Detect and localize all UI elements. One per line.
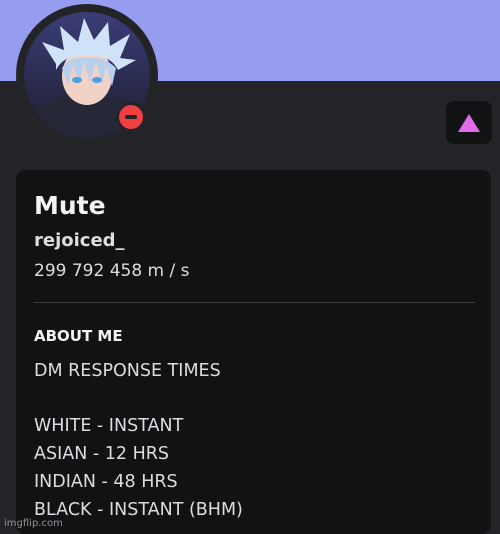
watermark: imgflip.com — [4, 518, 63, 529]
about-line: ASIAN - 12 HRS — [34, 444, 170, 464]
about-line: WHITE - INSTANT — [34, 416, 184, 436]
nitro-triangle-icon — [458, 113, 480, 132]
about-line: INDIAN - 48 HRS — [34, 472, 178, 492]
status-dnd-bar — [125, 115, 137, 119]
username[interactable]: rejoiced_ — [34, 230, 125, 251]
about-me-heading: ABOUT ME — [34, 327, 123, 345]
do-not-disturb-status-icon — [119, 105, 143, 129]
pronouns-text: 299 792 458 m / s — [34, 261, 190, 281]
about-line: DM RESPONSE TIMES — [34, 361, 221, 381]
divider — [34, 302, 475, 303]
nitro-badge-button[interactable] — [446, 101, 492, 144]
about-line: BLACK - INSTANT (BHM) — [34, 500, 243, 520]
display-name: Mute — [34, 191, 106, 220]
